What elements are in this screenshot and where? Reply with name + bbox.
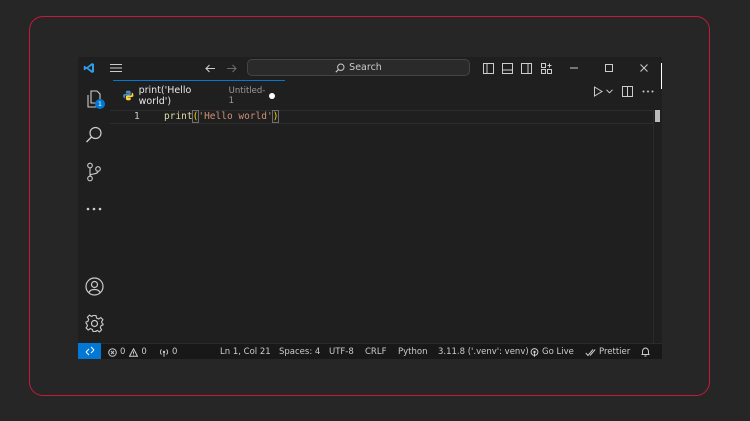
command-center-search[interactable]: Search [247,59,470,76]
explorer-button[interactable]: 1 [78,85,110,113]
ellipsis-icon [86,207,102,211]
source-control-button[interactable] [78,158,110,186]
cursor-position[interactable]: Ln 1, Col 21 [220,345,271,359]
chevron-down-icon [606,89,613,94]
error-icon [108,347,117,357]
search-icon [335,62,345,73]
python-interpreter[interactable]: 3.11.8 ('.venv': venv) [438,345,529,359]
warning-icon [129,347,139,357]
vertical-scrollbar[interactable] [653,110,662,343]
indentation-setting[interactable]: Spaces: 4 [279,345,320,359]
warning-count: 0 [141,347,147,357]
error-count: 0 [120,347,126,357]
remote-indicator-button[interactable] [78,343,101,359]
bell-icon [641,347,650,357]
search-icon [86,126,102,143]
status-bar: 0 0 0 Ln 1, Col 21 Spaces: 4 UTF-8 CRLF … [78,343,662,359]
forward-arrow-icon[interactable] [223,57,239,79]
title-bar: Search [78,57,662,79]
tab-untitled-1[interactable]: print('Hello world') Untitled-1 [113,80,285,110]
close-icon[interactable] [635,57,653,79]
scrollbar-thumb[interactable] [655,110,660,122]
back-arrow-icon[interactable] [202,57,218,79]
explorer-badge: 1 [95,99,105,109]
account-icon [84,276,104,296]
activity-bar: 1 [78,79,110,343]
check-all-icon [585,348,596,356]
code-editor[interactable]: 1 print('Hello world') [110,110,662,343]
run-button[interactable] [593,86,613,97]
problems-button[interactable]: 0 0 [108,345,147,359]
accounts-button[interactable] [78,272,110,300]
prettier-label: Prettier [599,347,631,357]
search-placeholder: Search [349,62,382,73]
window-edge-marker [661,63,662,89]
ellipsis-icon [642,90,654,93]
remote-icon [85,346,94,356]
prettier-button[interactable]: Prettier [585,345,630,359]
notifications-button[interactable] [641,345,653,359]
customize-layout-icon[interactable] [538,57,554,79]
tab-description: Untitled-1 [228,85,266,106]
play-icon [594,86,603,97]
more-actions-button[interactable] [642,90,654,93]
vscode-window: Search 1 print('Hello world') Untitled-1… [78,57,662,359]
broadcast-icon [530,347,539,357]
editor-actions [593,86,654,97]
tab-title: print('Hello world') [138,84,192,107]
maximize-icon[interactable] [600,57,618,79]
toggle-primary-sidebar-icon[interactable] [480,57,496,79]
go-live-label: Go Live [542,347,574,357]
toggle-panel-icon[interactable] [499,57,515,79]
menu-icon[interactable] [107,57,125,79]
source-control-icon [87,162,101,182]
line-number: 1 [134,111,140,122]
gear-icon [84,313,104,333]
code-close-paren-token: ) [271,110,280,123]
eol-setting[interactable]: CRLF [365,345,386,359]
manage-button[interactable] [78,309,110,337]
ports-button[interactable]: 0 [159,345,177,359]
toggle-secondary-sidebar-icon[interactable] [518,57,534,79]
ports-count: 0 [172,347,178,357]
code-string-token: 'Hello world' [198,111,273,122]
encoding-setting[interactable]: UTF-8 [329,345,354,359]
go-live-button[interactable]: Go Live [530,345,574,359]
code-line[interactable]: print('Hello world') [164,110,280,123]
vscode-logo-icon [78,57,100,79]
more-views-button[interactable] [78,195,110,223]
code-function-token: print [164,111,193,122]
language-mode[interactable]: Python [398,345,427,359]
split-editor-icon [622,86,633,97]
editor-tab-bar: print('Hello world') Untitled-1 [110,79,662,110]
minimize-icon[interactable] [565,57,583,79]
unsaved-dot-icon[interactable] [269,92,276,99]
broadcast-icon [159,348,169,357]
split-editor-button[interactable] [622,86,633,97]
search-view-button[interactable] [78,121,110,149]
python-file-icon [123,90,134,101]
